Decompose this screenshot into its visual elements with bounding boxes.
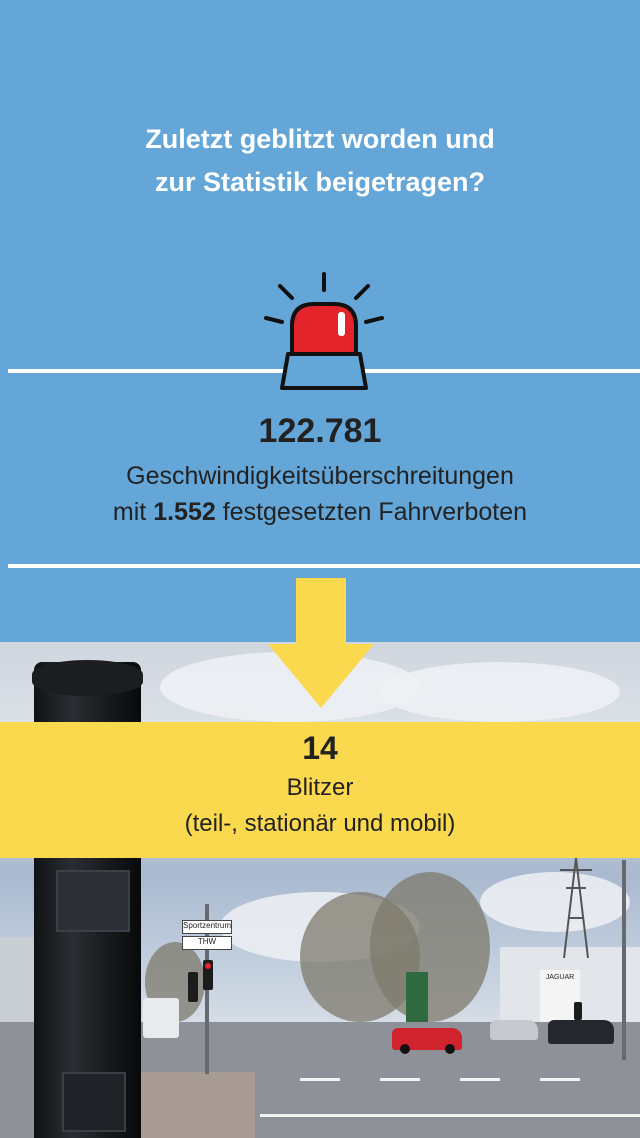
pylon xyxy=(560,858,592,958)
bans-line: mit 1.552 festgesetzten Fahrverboten xyxy=(0,494,640,530)
camera-count: 14 xyxy=(302,730,338,766)
speed-camera-lens-window xyxy=(56,870,130,932)
direction-sign-top: Sportzentrum xyxy=(182,920,232,934)
parked-car xyxy=(548,1020,614,1044)
lane-marking xyxy=(460,1078,500,1081)
bus xyxy=(143,998,179,1038)
camera-description: Blitzer (teil-, stationär und mobil) xyxy=(0,770,640,842)
building-left xyxy=(0,937,38,1032)
top-panel: Zuletzt geblitzt worden und zur Statisti… xyxy=(0,0,640,642)
light-pole xyxy=(622,860,626,1060)
lane-marking xyxy=(540,1078,580,1081)
lane-marking xyxy=(260,1114,640,1117)
speeding-label: Geschwindigkeitsüberschreitungen xyxy=(126,462,514,490)
street-photo: JAGUAR Sportzentrum THW xyxy=(0,642,640,1138)
wheel xyxy=(445,1044,455,1054)
bans-prefix: mit xyxy=(112,498,147,526)
siren-icon xyxy=(264,272,384,390)
traffic-light xyxy=(188,972,198,1002)
camera-types: (teil-, stationär und mobil) xyxy=(184,810,456,837)
arrow-down-icon xyxy=(268,578,374,708)
camera-banner: 14 Blitzer (teil-, stationär und mobil) xyxy=(0,722,640,858)
divider-bottom xyxy=(8,564,640,568)
traffic-light xyxy=(574,1002,582,1020)
wheel xyxy=(400,1044,410,1054)
camera-label: Blitzer xyxy=(286,774,354,801)
infographic: Zuletzt geblitzt worden und zur Statisti… xyxy=(0,0,640,1138)
dealer-sign-text: JAGUAR xyxy=(545,974,575,981)
headline-line-2: zur Statistik beigetragen? xyxy=(154,167,486,197)
red-light xyxy=(205,963,211,969)
headline-line-1: Zuletzt geblitzt worden und xyxy=(145,124,495,154)
traffic-light xyxy=(203,960,213,990)
direction-sign-bottom: THW xyxy=(182,936,232,950)
lane-marking xyxy=(300,1078,340,1081)
lane-marking xyxy=(380,1078,420,1081)
cloud xyxy=(480,872,630,932)
bans-count: 1.552 xyxy=(153,498,216,526)
speeding-count: 122.781 xyxy=(258,412,382,450)
sidewalk xyxy=(140,1072,255,1138)
speed-camera-cap xyxy=(32,660,143,696)
tree xyxy=(370,872,490,1022)
parked-car xyxy=(490,1020,538,1040)
bans-suffix: festgesetzten Fahrverboten xyxy=(222,498,528,526)
speeding-description: Geschwindigkeitsüberschreitungen mit 1.5… xyxy=(0,458,640,530)
cloud xyxy=(380,662,620,722)
headline: Zuletzt geblitzt worden und zur Statisti… xyxy=(0,118,640,204)
speed-camera-panel xyxy=(62,1072,126,1132)
